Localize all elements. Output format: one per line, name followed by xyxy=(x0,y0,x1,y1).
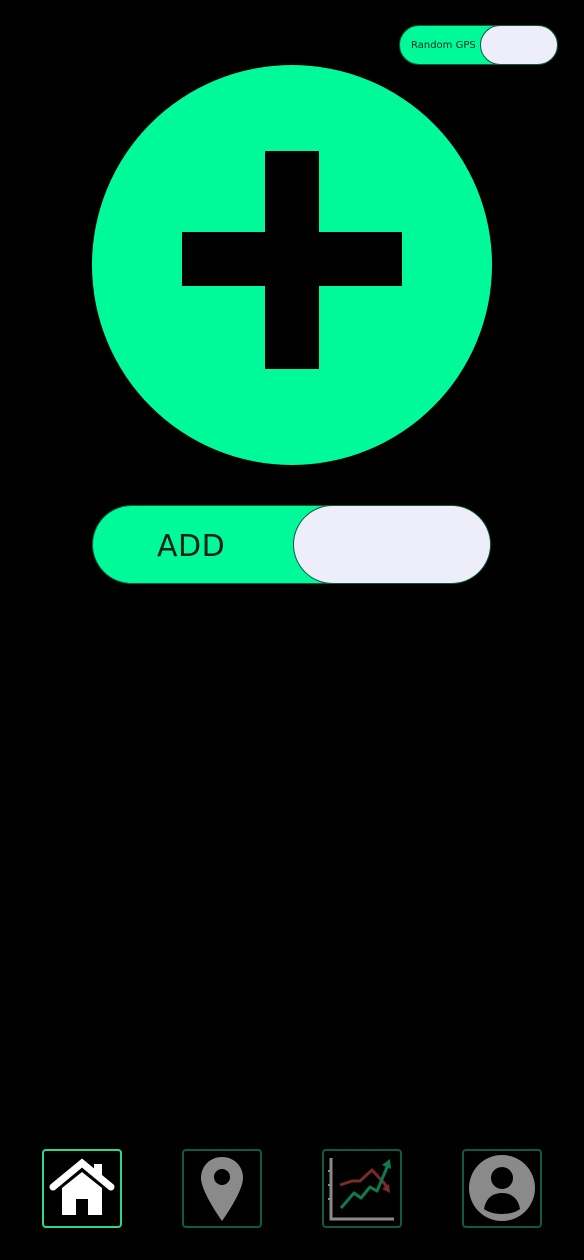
random-gps-knob[interactable] xyxy=(480,26,557,64)
add-location-button[interactable] xyxy=(92,65,492,465)
nav-profile-button[interactable] xyxy=(462,1149,542,1228)
add-toggle[interactable]: ADD xyxy=(92,505,491,584)
user-icon xyxy=(469,1155,535,1221)
plus-icon xyxy=(182,151,402,369)
home-icon xyxy=(49,1158,115,1215)
nav-home-button[interactable] xyxy=(42,1149,122,1228)
nav-map-button[interactable] xyxy=(182,1149,262,1228)
add-toggle-label: ADD xyxy=(157,529,226,564)
chart-icon xyxy=(328,1158,394,1221)
add-toggle-knob[interactable] xyxy=(293,506,490,583)
nav-stats-button[interactable] xyxy=(322,1149,402,1228)
random-gps-label: Random GPS xyxy=(411,40,476,51)
map-pin-icon xyxy=(201,1157,243,1221)
random-gps-toggle[interactable]: Random GPS xyxy=(399,25,558,65)
